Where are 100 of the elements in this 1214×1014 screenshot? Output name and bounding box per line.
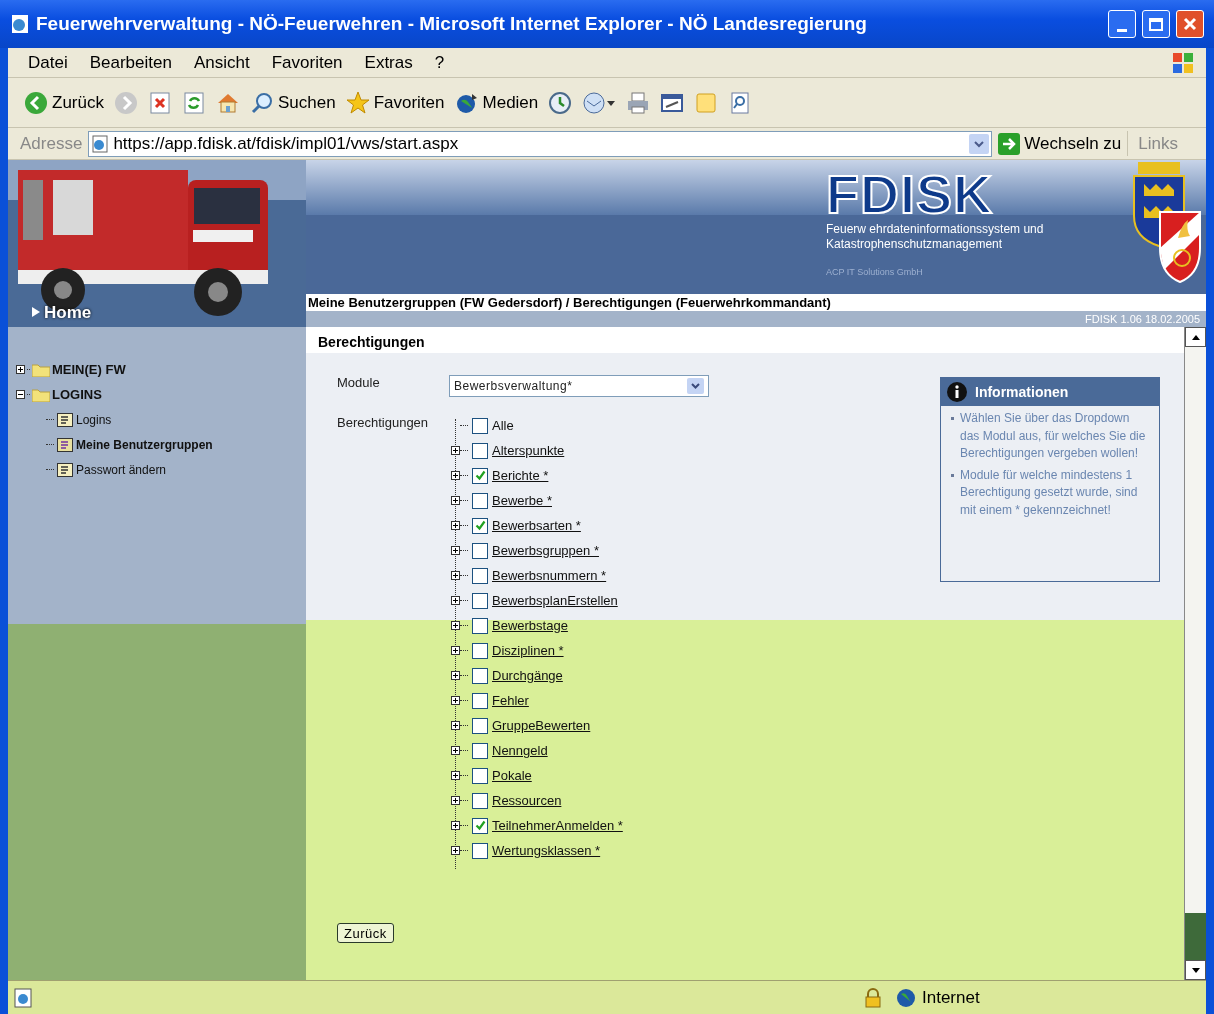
checkbox[interactable] (472, 567, 488, 584)
maximize-button[interactable] (1142, 10, 1170, 38)
menu-item[interactable]: ? (424, 49, 455, 76)
checkbox[interactable] (472, 667, 488, 684)
expand-icon[interactable] (451, 696, 460, 705)
address-label: Adresse (20, 132, 83, 155)
company-name: ACP IT Solutions GmbH (826, 266, 924, 279)
toolbar-button[interactable] (548, 90, 573, 115)
checkbox[interactable] (472, 742, 488, 759)
permission-link[interactable]: BewerbsplanErstellen (492, 590, 618, 611)
checkbox[interactable] (472, 767, 488, 784)
expand-icon[interactable] (16, 365, 25, 374)
tree-item[interactable]: Passwort ändern (76, 460, 167, 479)
collapse-icon[interactable] (16, 390, 25, 399)
checkbox[interactable] (472, 442, 488, 459)
expand-icon[interactable] (451, 496, 460, 505)
expand-icon[interactable] (451, 446, 460, 455)
toolbar-button[interactable]: Zurück (24, 89, 104, 116)
tree-item[interactable]: Logins (76, 410, 112, 429)
checkbox[interactable] (472, 517, 488, 534)
checkbox[interactable] (472, 817, 488, 834)
permission-link[interactable]: GruppeBewerten (492, 715, 591, 736)
toolbar-button[interactable] (147, 90, 172, 115)
checkbox[interactable] (472, 592, 488, 609)
checkbox[interactable] (472, 467, 488, 484)
menu-item[interactable]: Bearbeiten (79, 49, 182, 76)
expand-icon[interactable] (451, 596, 460, 605)
permission-link[interactable]: Bewerbsnummern * (492, 565, 607, 586)
expand-icon[interactable] (451, 621, 460, 630)
permission-link[interactable]: Nenngeld (492, 740, 548, 761)
menu-item[interactable]: Datei (18, 49, 78, 76)
close-button[interactable] (1176, 10, 1204, 38)
triangle-icon (32, 307, 40, 317)
toolbar-button[interactable] (626, 90, 651, 115)
module-select[interactable]: Bewerbsverwaltung* (449, 375, 709, 397)
expand-icon[interactable] (451, 521, 460, 530)
permission-link[interactable]: Ressourcen (492, 790, 562, 811)
permission-link[interactable]: Durchgänge (492, 665, 563, 686)
toolbar-button[interactable] (181, 90, 206, 115)
tree-folder[interactable]: MEIN(E) FW (52, 359, 126, 380)
minimize-button[interactable] (1108, 10, 1136, 38)
page-icon (57, 437, 73, 452)
toolbar-button[interactable]: Suchen (249, 89, 336, 116)
folder-icon (32, 362, 50, 377)
banner-subtitle: Katastrophenschutzmanagement (826, 237, 1004, 252)
permission-link[interactable]: Berichte * (492, 465, 549, 486)
toolbar-button[interactable]: Medien (454, 89, 539, 116)
permission-link[interactable]: Pokale (492, 765, 532, 786)
expand-icon[interactable] (451, 646, 460, 655)
info-text: Wählen Sie über das Dropdown das Modul aus, für welches Sie die Berechtigungen vergeben wollen! (960, 410, 1147, 462)
window-title: Feuerwehrverwaltung - NÖ-Feuerwehren - Microsoft Internet Explorer - NÖ Landesregierung (36, 11, 868, 36)
expand-icon[interactable] (451, 846, 460, 855)
go-button[interactable]: Wechseln zu (998, 130, 1122, 157)
checkbox[interactable] (472, 717, 488, 734)
security-zone: Internet (922, 986, 981, 1009)
globe-icon (896, 987, 916, 1008)
checkbox[interactable] (472, 692, 488, 709)
checkbox[interactable] (472, 617, 488, 634)
expand-icon[interactable] (451, 546, 460, 555)
expand-icon[interactable] (451, 671, 460, 680)
expand-icon[interactable] (451, 796, 460, 805)
menu-item[interactable]: Favoriten (261, 49, 353, 76)
page-icon (12, 986, 34, 1009)
permission-link[interactable]: Fehler (492, 690, 529, 711)
checkbox[interactable] (472, 792, 488, 809)
permission-link[interactable]: Alterspunkte (492, 440, 565, 461)
checkbox[interactable] (472, 417, 488, 434)
checkbox[interactable] (472, 542, 488, 559)
toolbar-button[interactable] (582, 90, 617, 115)
permission-link[interactable]: Bewerbe * (492, 490, 552, 511)
menu-item[interactable]: Ansicht (183, 49, 260, 76)
scrollbar[interactable] (1184, 327, 1206, 980)
arrow-right-icon (998, 132, 1021, 155)
tree-folder[interactable]: LOGINS (52, 384, 102, 405)
expand-icon[interactable] (451, 471, 460, 480)
checkbox[interactable] (472, 842, 488, 859)
scroll-down-icon[interactable] (1191, 967, 1200, 973)
expand-icon[interactable] (451, 771, 460, 780)
checkbox[interactable] (472, 642, 488, 659)
home-link[interactable]: Home (44, 303, 92, 323)
tree-item[interactable]: Meine Benutzergruppen (76, 435, 213, 454)
permission-link[interactable]: TeilnehmerAnmelden * (492, 815, 623, 836)
expand-icon[interactable] (451, 571, 460, 580)
expand-icon[interactable] (451, 721, 460, 730)
expand-icon[interactable] (451, 746, 460, 755)
permission-link[interactable]: Bewerbsgruppen * (492, 540, 599, 561)
checkbox[interactable] (472, 492, 488, 509)
permission-link[interactable]: Wertungsklassen * (492, 840, 601, 861)
permissions-label: Berechtigungen (337, 414, 430, 432)
expand-icon[interactable] (451, 821, 460, 830)
scroll-up-icon[interactable] (1191, 334, 1200, 340)
permission-link[interactable]: Disziplinen * (492, 640, 564, 661)
stop-icon (147, 90, 172, 115)
toolbar-button[interactable]: Favoriten (345, 89, 445, 116)
address-field[interactable]: https://app.fdisk.at/fdisk/impl01/vws/start.aspx (88, 130, 993, 157)
permission-link[interactable]: Bewerbsarten * (492, 515, 581, 536)
menu-item[interactable]: Extras (354, 49, 423, 76)
permission-link[interactable]: Bewerbstage (492, 615, 568, 636)
search-icon (249, 90, 274, 115)
back-button[interactable]: Zurück (337, 923, 394, 943)
